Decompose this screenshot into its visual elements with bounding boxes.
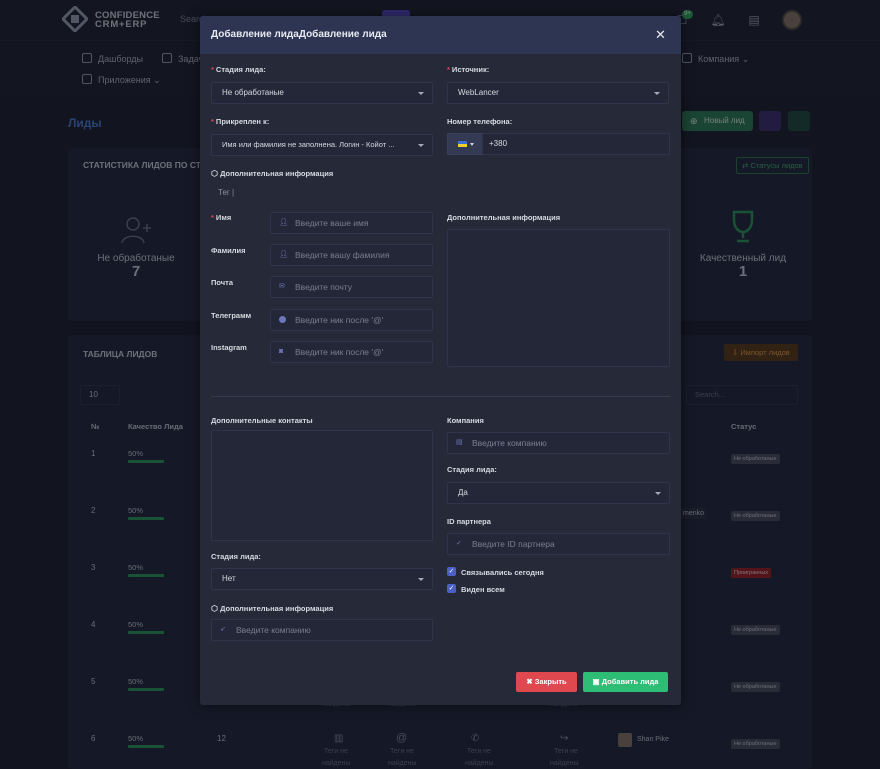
check-icon: ✓ — [456, 540, 462, 547]
chevron-down-icon — [470, 143, 474, 146]
chevron-down-icon — [655, 492, 661, 495]
instagram-label: Instagram — [211, 343, 247, 352]
mail-icon: ✉ — [279, 283, 285, 290]
contacted-today-label: Связывались сегодня — [461, 568, 544, 577]
telegram-icon — [279, 316, 286, 323]
divider — [211, 396, 670, 397]
email-input[interactable]: ✉ Введите почту — [270, 276, 433, 298]
tag-icon: ⬡ — [211, 604, 218, 613]
extra-info-textarea[interactable] — [447, 229, 670, 367]
modal-header: Добавление лидаДобавление лида ✕ — [200, 16, 681, 54]
company-input[interactable]: ▤ Введите компанию — [447, 432, 670, 454]
first-name-label: * Имя — [211, 213, 232, 222]
assigned-select[interactable]: Имя или фамилия не заполнена. Логин - Ко… — [211, 134, 433, 156]
modal-title: Добавление лидаДобавление лида — [211, 29, 387, 40]
assigned-label: * Прикреплен к: — [211, 117, 270, 126]
chevron-down-icon — [654, 92, 660, 95]
tag-input[interactable]: Тег | — [218, 188, 234, 197]
building-icon: ▤ — [456, 439, 463, 446]
first-name-input[interactable]: 👤︎ Введите ваше имя — [270, 212, 433, 234]
partner-id-label: ID партнера — [447, 517, 491, 526]
rocket-icon: ➶ — [220, 626, 226, 633]
phone-input[interactable]: +380 — [482, 133, 670, 155]
contacted-today-checkbox[interactable]: ✓ — [447, 567, 456, 576]
add-lead-button[interactable]: ▣ Добавить лида — [583, 672, 668, 692]
chevron-down-icon — [418, 578, 424, 581]
close-button[interactable]: ✖ Закрыть — [516, 672, 577, 692]
company-label: Компания — [447, 416, 484, 425]
instagram-input[interactable]: ◙ Введите ник после '@' — [270, 341, 433, 363]
add-lead-modal: Добавление лидаДобавление лида ✕ * Стадия… — [200, 16, 681, 705]
tag-icon: ⬡ — [211, 169, 218, 178]
visible-all-label: Виден всем — [461, 585, 505, 594]
telegram-input[interactable]: Введите ник после '@' — [270, 309, 433, 331]
instagram-icon: ◙ — [279, 348, 284, 355]
partner-id-input[interactable]: ✓ Введите ID партнера — [447, 533, 670, 555]
user-icon: 👤︎ — [279, 219, 288, 226]
country-flag-select[interactable] — [447, 133, 483, 155]
source-select[interactable]: WebLancer — [447, 82, 669, 104]
user-icon: 👤︎ — [279, 251, 288, 258]
chevron-down-icon — [418, 92, 424, 95]
chevron-down-icon — [418, 144, 424, 147]
stage2-select[interactable]: Да — [447, 482, 670, 504]
right-extra-info-label: Дополнительная информация — [447, 213, 561, 222]
last-name-input[interactable]: 👤︎ Введите вашу фамилия — [270, 244, 433, 266]
extra-info-label: ⬡ Дополнительная информация — [211, 169, 334, 178]
last-name-label: Фамилия — [211, 246, 246, 255]
extra-info2-label: ⬡ Дополнительная информация — [211, 604, 334, 613]
extra-contacts-label: Дополнительные контакты — [211, 416, 313, 425]
visible-all-checkbox[interactable]: ✓ — [447, 584, 456, 593]
email-label: Почта — [211, 278, 233, 287]
close-icon[interactable]: ✕ — [655, 28, 666, 41]
close-icon: ✖ — [526, 677, 533, 686]
stage3-label: Стадия лида: — [211, 552, 261, 561]
source-label: * Источник: — [447, 65, 490, 74]
telegram-label: Телеграмм — [211, 311, 252, 320]
stage2-label: Стадия лида: — [447, 465, 497, 474]
save-icon: ▣ — [592, 677, 600, 686]
extra-company-input[interactable]: ➶ Введите компанию — [211, 619, 433, 641]
extra-contacts-textarea[interactable] — [211, 430, 433, 541]
stage-label: * Стадия лида: — [211, 65, 266, 74]
stage-select[interactable]: Не обработаные — [211, 82, 433, 104]
phone-label: Номер телефона: — [447, 117, 513, 126]
stage3-select[interactable]: Нет — [211, 568, 433, 590]
